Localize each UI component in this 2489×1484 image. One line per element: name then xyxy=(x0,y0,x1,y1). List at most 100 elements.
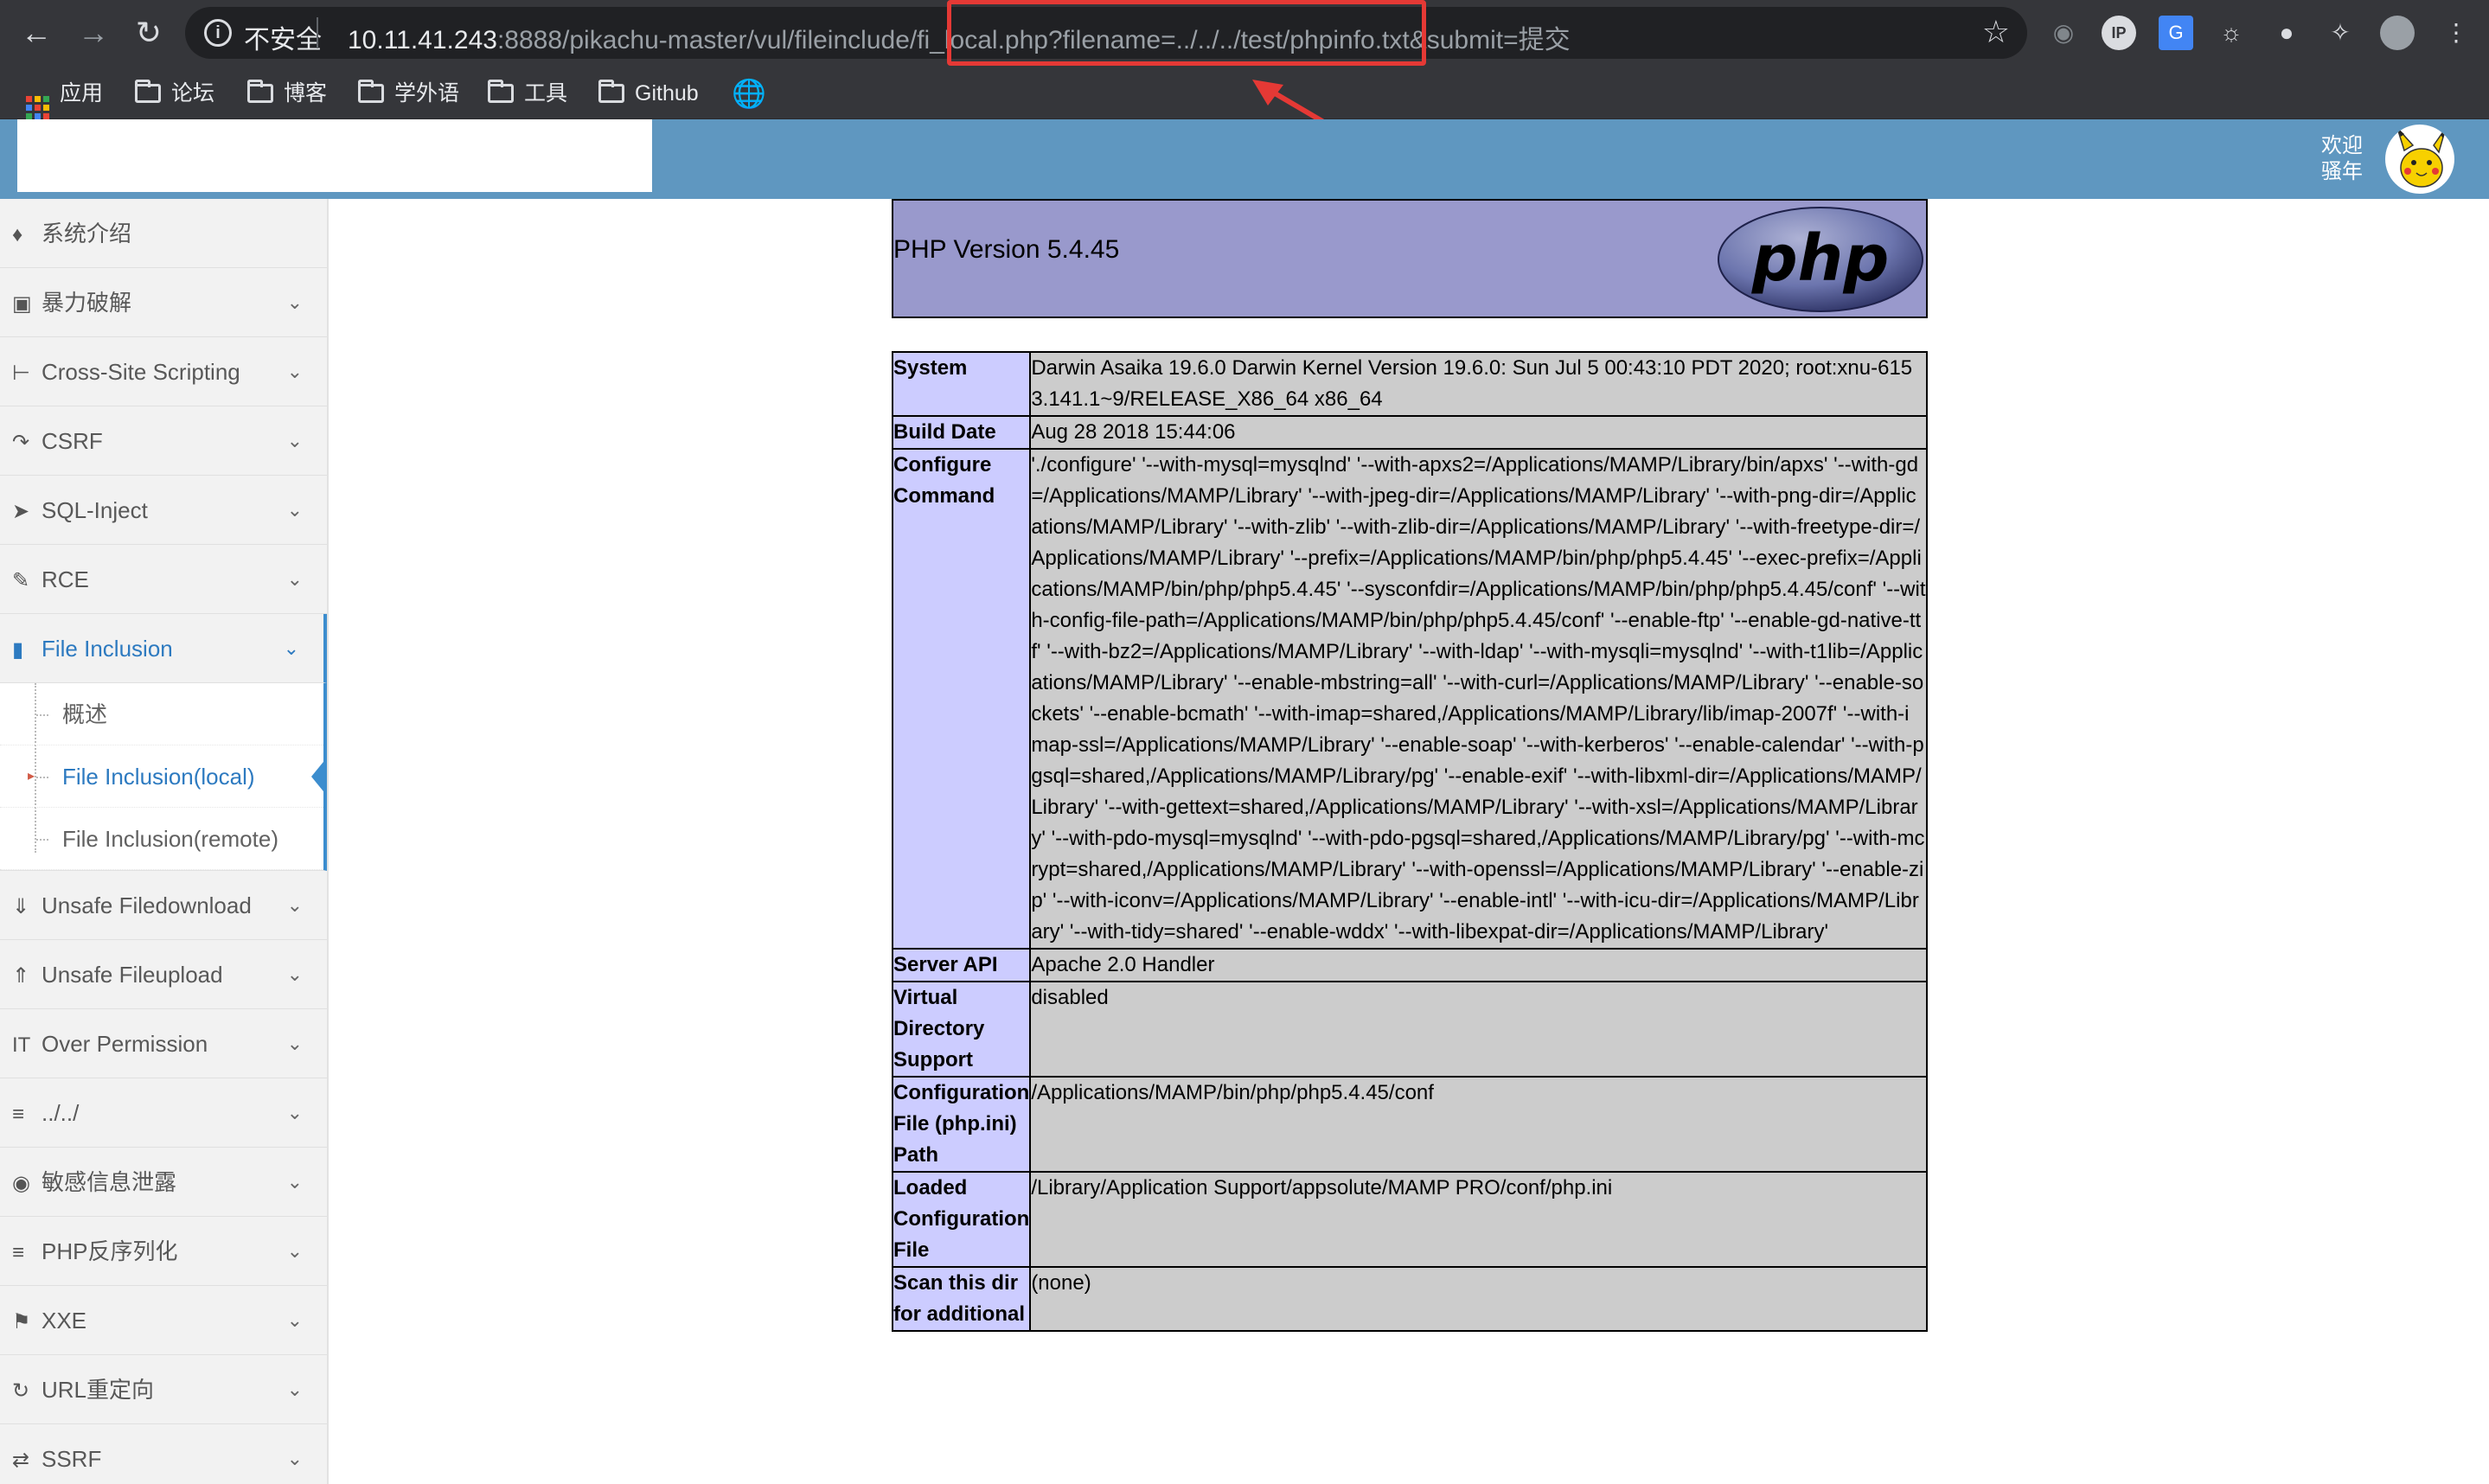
profile-avatar-icon[interactable] xyxy=(2380,16,2415,50)
owl-extension-icon[interactable]: ☼ xyxy=(2214,16,2249,50)
forward-arrow-icon[interactable]: → xyxy=(69,9,118,57)
folder-icon xyxy=(358,80,384,103)
phpinfo-key: Virtual Directory Support xyxy=(891,981,1032,1078)
submenu-item-local[interactable]: ▸ File Inclusion(local) xyxy=(0,745,327,808)
submenu-item-label: File Inclusion(local) xyxy=(62,764,255,790)
refresh-icon: ↻ xyxy=(12,1379,30,1403)
text-height-icon: IT xyxy=(12,1033,31,1057)
chevron-down-icon: ⌄ xyxy=(286,291,303,313)
sidebar-item-label: File Inclusion xyxy=(42,636,173,662)
submenu-item-overview[interactable]: 概述 xyxy=(0,683,323,745)
sidebar-item-csrf[interactable]: ↷ CSRF ⌄ xyxy=(0,406,327,476)
phpinfo-row: Virtual Directory Support disabled xyxy=(891,981,1928,1078)
sidebar-item-label: RCE xyxy=(42,566,89,592)
download-icon: ⇓ xyxy=(12,895,30,918)
sidebar-item-brute-force[interactable]: ▣ 暴力破解 ⌄ xyxy=(0,268,327,337)
bookmark-folder[interactable]: 博客 xyxy=(247,76,327,111)
upload-icon: ⇑ xyxy=(12,964,30,988)
bookmark-apps[interactable]: 应用 xyxy=(26,76,103,119)
chevron-down-icon: ⌄ xyxy=(283,637,299,659)
bookmark-label: 论坛 xyxy=(171,81,215,106)
php-version-title: PHP Version 5.4.45 xyxy=(893,235,1120,264)
phpinfo-row: Loaded Configuration File/Library/Applic… xyxy=(891,1171,1928,1268)
translate-extension-icon[interactable]: G xyxy=(2159,16,2193,50)
sidebar-item-label: 系统介绍 xyxy=(42,221,132,246)
folder-icon xyxy=(488,80,514,103)
chevron-down-icon: ⌄ xyxy=(286,1171,303,1193)
sidebar-item-url-redirect[interactable]: ↻ URL重定向 ⌄ xyxy=(0,1355,327,1424)
sidebar-item-label: PHP反序列化 xyxy=(42,1238,178,1264)
bookmark-star-icon[interactable]: ☆ xyxy=(1982,14,2010,50)
phpinfo-row: Build Date Aug 28 2018 15:44:06 xyxy=(891,415,1928,450)
proxy-extension-icon[interactable]: ● xyxy=(2269,16,2304,50)
phpinfo-value: './configure' '--with-mysql=mysqlnd' '--… xyxy=(1029,448,1928,950)
sidebar-item-label: SQL-Inject xyxy=(42,497,148,523)
submenu-item-remote[interactable]: File Inclusion(remote) xyxy=(0,808,323,870)
sidebar-item-php-unserialize[interactable]: ≡ PHP反序列化 ⌄ xyxy=(0,1217,327,1286)
sidebar-item-dir-traversal[interactable]: ≡ ../../ ⌄ xyxy=(0,1078,327,1148)
bookmark-folder[interactable]: Github xyxy=(598,76,699,111)
phpinfo-key: Build Date xyxy=(891,415,1032,450)
sidebar-item-file-inclusion[interactable]: ▮ File Inclusion ⌄ xyxy=(0,614,327,683)
phpinfo-value: disabled xyxy=(1029,981,1928,1078)
sidebar-item-ssrf[interactable]: ⇄ SSRF ⌄ xyxy=(0,1424,327,1484)
eye-extension-icon[interactable]: ◉ xyxy=(2046,16,2081,50)
url-highlight-annotation xyxy=(947,0,1426,66)
bookmark-label: 工具 xyxy=(524,81,568,106)
sidebar-item-label: Unsafe Fileupload xyxy=(42,962,223,988)
folder-icon xyxy=(135,80,161,103)
chevron-down-icon: ⌄ xyxy=(286,361,303,382)
globe-icon[interactable]: 🌐 xyxy=(732,76,766,111)
back-arrow-icon[interactable]: ← xyxy=(12,9,61,57)
chevron-down-icon: ⌄ xyxy=(286,430,303,451)
sidebar-item-intro[interactable]: ♦ 系统介绍 xyxy=(0,199,327,268)
ip-extension-icon[interactable]: IP xyxy=(2102,16,2136,50)
file-inclusion-submenu: 概述 ▸ File Inclusion(local) File Inclusion… xyxy=(0,683,327,871)
reload-icon[interactable]: ↻ xyxy=(125,9,173,57)
browser-toolbar: ← → ↻ i 不安全 10.11.41.243:8888/pikachu-ma… xyxy=(0,0,2489,67)
phpinfo-row: Configure Command './configure' '--with-m… xyxy=(891,448,1928,950)
site-header: 欢迎 骚年 xyxy=(0,119,2489,199)
sidebar-item-label: XXE xyxy=(42,1308,87,1334)
insecure-label: 不安全 xyxy=(244,26,322,54)
apps-grid-icon xyxy=(26,96,49,119)
bookmark-folder[interactable]: 论坛 xyxy=(135,76,214,111)
php-logo-icon: php xyxy=(1718,207,1923,312)
bookmark-folder[interactable]: 工具 xyxy=(488,76,567,111)
sidebar-item-xss[interactable]: ⊢ Cross-Site Scripting ⌄ xyxy=(0,337,327,406)
phpinfo-value: Apache 2.0 Handler xyxy=(1029,948,1928,982)
pencil-icon: ✎ xyxy=(12,569,30,592)
info-icon[interactable]: i xyxy=(204,19,232,47)
indent-icon: ⊢ xyxy=(12,361,30,385)
sidebar-item-filedownload[interactable]: ⇓ Unsafe Filedownload ⌄ xyxy=(0,871,327,940)
sidebar-item-rce[interactable]: ✎ RCE ⌄ xyxy=(0,545,327,614)
folder-icon xyxy=(247,80,273,103)
puzzle-extension-icon[interactable]: ✧ xyxy=(2323,16,2358,50)
sidebar-item-xxe[interactable]: ⚑ XXE ⌄ xyxy=(0,1286,327,1355)
phpinfo-header: PHP Version 5.4.45 php xyxy=(892,199,1928,318)
bookmark-folder[interactable]: 学外语 xyxy=(358,76,459,111)
sidebar-item-sqli[interactable]: ➤ SQL-Inject ⌄ xyxy=(0,476,327,545)
list-icon: ≡ xyxy=(12,1241,25,1264)
divider xyxy=(317,17,318,48)
exchange-icon: ⇄ xyxy=(12,1449,30,1472)
chevron-down-icon: ⌄ xyxy=(286,1309,303,1331)
chevron-down-icon: ⌄ xyxy=(286,1448,303,1469)
pikachu-avatar[interactable] xyxy=(2385,125,2454,194)
bookmarks-bar: 应用 论坛 博客 学外语 工具 Github 🌐 xyxy=(0,67,2489,119)
menu-kebab-icon[interactable]: ⋮ xyxy=(2439,16,2473,50)
sidebar-item-label: SSRF xyxy=(42,1446,102,1472)
phpinfo-value: (none) xyxy=(1029,1266,1928,1332)
phpinfo-key: Configuration File (php.ini) Path xyxy=(891,1076,1032,1173)
sidebar-item-fileupload[interactable]: ⇑ Unsafe Fileupload ⌄ xyxy=(0,940,327,1009)
sidebar-item-label: CSRF xyxy=(42,428,103,454)
sidebar-item-label: Over Permission xyxy=(42,1031,208,1057)
sidebar-item-over-permission[interactable]: IT Over Permission ⌄ xyxy=(0,1009,327,1078)
phpinfo-value: Darwin Asaika 19.6.0 Darwin Kernel Versi… xyxy=(1029,351,1928,417)
chevron-down-icon: ⌄ xyxy=(286,1033,303,1054)
sidebar-item-info-leak[interactable]: ◉ 敏感信息泄露 ⌄ xyxy=(0,1148,327,1217)
phpinfo-key: Scan this dir for additional xyxy=(891,1266,1032,1332)
header-logo-area xyxy=(17,119,652,192)
current-marker-icon: ▸ xyxy=(28,769,35,784)
tag-icon: ♦ xyxy=(12,223,23,246)
